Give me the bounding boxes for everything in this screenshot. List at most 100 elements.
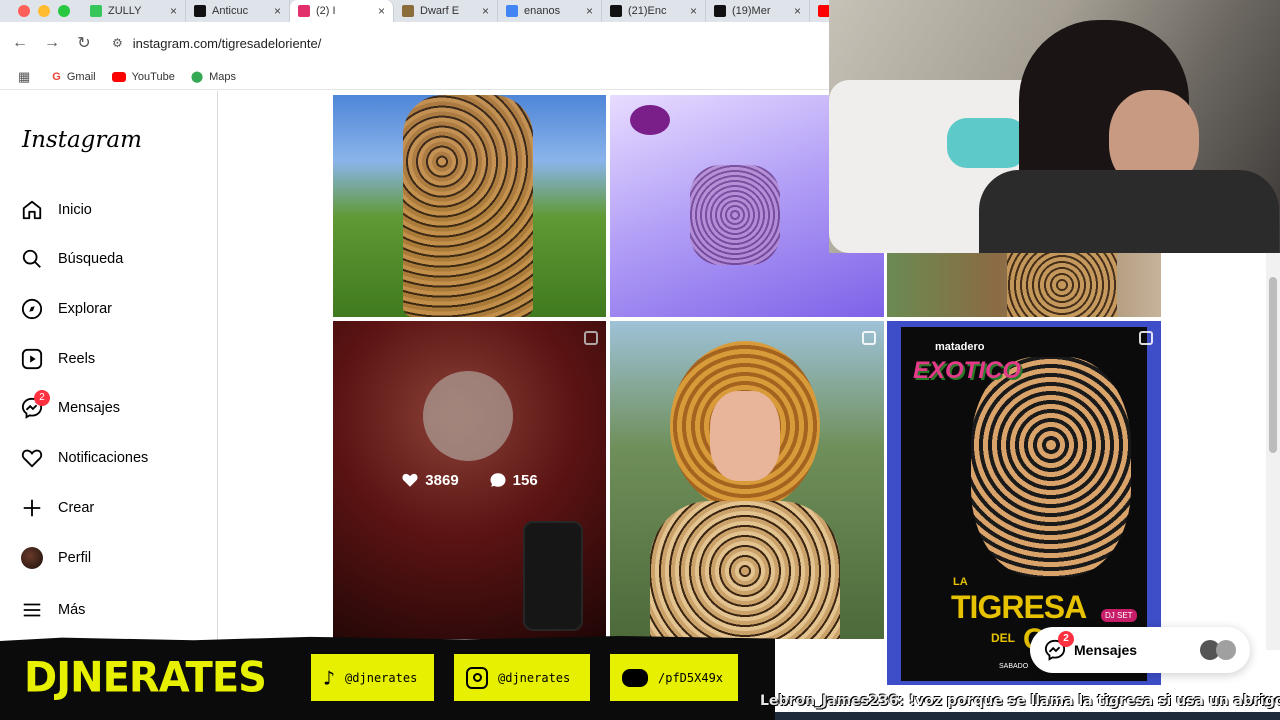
post-thumbnail[interactable]: [610, 321, 884, 639]
post-figure: [650, 501, 840, 639]
messages-pill-label: Mensajes: [1074, 642, 1138, 658]
tab-close-icon[interactable]: ×: [482, 4, 489, 18]
post-figure: [403, 95, 533, 317]
browser-tab[interactable]: ZULLY ×: [82, 0, 186, 22]
tab-close-icon[interactable]: ×: [690, 4, 697, 18]
nav-mensajes[interactable]: 2 Mensajes: [20, 390, 120, 423]
poster-prefix: LA: [953, 576, 968, 588]
messages-badge: 2: [34, 390, 50, 406]
tab-favicon-icon: [298, 5, 310, 17]
nav-perfil[interactable]: Perfil: [20, 543, 91, 573]
plus-icon: [20, 496, 44, 520]
nav-reels[interactable]: Reels: [20, 344, 95, 374]
bookmark-youtube[interactable]: YouTube: [111, 71, 175, 83]
post-thumbnail[interactable]: [887, 253, 1161, 317]
compass-icon: [20, 297, 44, 321]
heart-icon: [20, 446, 44, 470]
instagram-sidebar: Instagram Inicio Búsqueda Explorar Reels…: [0, 91, 218, 651]
nav-label: Notificaciones: [58, 450, 149, 466]
social-tiktok: ♪ @djnerates: [311, 654, 434, 701]
tab-close-icon[interactable]: ×: [378, 4, 385, 18]
avatar: [1216, 640, 1236, 660]
tab-favicon-icon: [90, 5, 102, 17]
comments-stat: 156: [489, 471, 538, 489]
tab-close-icon[interactable]: ×: [586, 4, 593, 18]
screen: ZULLY × Anticuc × (2) I × Dwarf E × enanos × (21)E…: [0, 0, 1280, 720]
taskbar-dock: [775, 712, 1280, 720]
avatar-icon: [20, 546, 44, 570]
instagram-icon: [466, 666, 488, 689]
social-handle: /pfD5X49x: [658, 670, 724, 685]
reels-icon: [20, 347, 44, 371]
nav-crear[interactable]: Crear: [20, 493, 94, 523]
reel-indicator-icon: [862, 331, 876, 345]
bookmark-label: Maps: [209, 70, 237, 83]
tab-favicon-icon: [402, 5, 414, 17]
messages-floating-button[interactable]: 2 Mensajes: [1030, 627, 1250, 673]
nav-label: Búsqueda: [58, 251, 124, 267]
reload-button[interactable]: ↻: [68, 33, 100, 53]
tab-close-icon[interactable]: ×: [794, 4, 801, 18]
tab-title: Anticuc: [212, 5, 249, 17]
tab-title: (21)Enc: [628, 5, 667, 17]
poster-headline: TIGRESA: [951, 589, 1087, 625]
browser-tab[interactable]: Anticuc ×: [186, 0, 290, 22]
nav-label: Perfil: [58, 550, 92, 566]
tab-favicon-icon: [506, 5, 518, 17]
bookmark-maps[interactable]: ⬤ Maps: [191, 70, 237, 84]
minimize-window-button[interactable]: [38, 5, 50, 17]
stream-brand: DJNERATES: [24, 653, 267, 703]
poster-small: DEL: [991, 631, 1015, 645]
tab-title: Dwarf E: [420, 5, 460, 17]
bookmark-gmail[interactable]: G Gmail: [52, 71, 95, 83]
maximize-window-button[interactable]: [58, 5, 70, 17]
bookmark-label: Gmail: [66, 70, 96, 83]
search-icon: [20, 247, 44, 271]
webcam-pillow: [947, 118, 1027, 168]
nav-label: Explorar: [58, 301, 112, 317]
browser-tab[interactable]: (19)Mer ×: [706, 0, 810, 22]
nav-notificaciones[interactable]: Notificaciones: [20, 443, 148, 473]
scrollbar-thumb[interactable]: [1269, 277, 1277, 453]
nav-explorar[interactable]: Explorar: [20, 294, 112, 324]
apps-grid-icon[interactable]: ▦: [18, 69, 30, 85]
post-face: [710, 391, 780, 481]
post-thumbnail-hovered[interactable]: 3869 156: [333, 321, 606, 639]
tab-title: enanos: [524, 5, 561, 17]
poster-figure: [971, 357, 1131, 577]
address-bar[interactable]: ⚙ instagram.com/tigresadeloriente/: [108, 28, 928, 58]
webcam-overlay: [829, 0, 1280, 253]
youtube-icon: [111, 71, 126, 82]
tab-close-icon[interactable]: ×: [274, 4, 281, 18]
tab-favicon-icon: [194, 5, 206, 17]
poster-title: EXOTICO: [913, 357, 1022, 384]
post-lips: [630, 105, 670, 135]
instagram-logo[interactable]: Instagram: [22, 127, 142, 153]
messenger-icon: 2: [20, 390, 50, 420]
messages-pill-badge: 2: [1058, 631, 1074, 647]
menu-icon: [20, 598, 44, 622]
forward-button[interactable]: →: [36, 34, 68, 52]
nav-label: Reels: [58, 351, 96, 367]
browser-tab[interactable]: (21)Enc ×: [602, 0, 706, 22]
browser-tab[interactable]: Dwarf E ×: [394, 0, 498, 22]
recent-contacts-avatars: [1200, 640, 1236, 660]
social-handle: @djnerates: [345, 670, 418, 685]
post-thumbnail[interactable]: [333, 95, 606, 317]
social-handle: @djnerates: [498, 670, 571, 685]
nav-label: Inicio: [58, 202, 92, 218]
poster-brand: matadero: [935, 341, 985, 353]
nav-inicio[interactable]: Inicio: [20, 195, 92, 225]
browser-tab[interactable]: enanos ×: [498, 0, 602, 22]
nav-mas[interactable]: Más: [20, 595, 85, 625]
close-window-button[interactable]: [18, 5, 30, 17]
tab-close-icon[interactable]: ×: [170, 4, 177, 18]
webcam-shirt: [979, 170, 1279, 253]
back-button[interactable]: ←: [4, 34, 36, 52]
browser-tab[interactable]: (2) I ×: [290, 0, 394, 22]
tab-title: (2) I: [316, 5, 336, 17]
nav-busqueda[interactable]: Búsqueda: [20, 244, 123, 274]
nav-label: Crear: [58, 500, 95, 516]
site-info-icon[interactable]: ⚙: [112, 36, 123, 50]
page-scrollbar[interactable]: [1266, 253, 1280, 650]
